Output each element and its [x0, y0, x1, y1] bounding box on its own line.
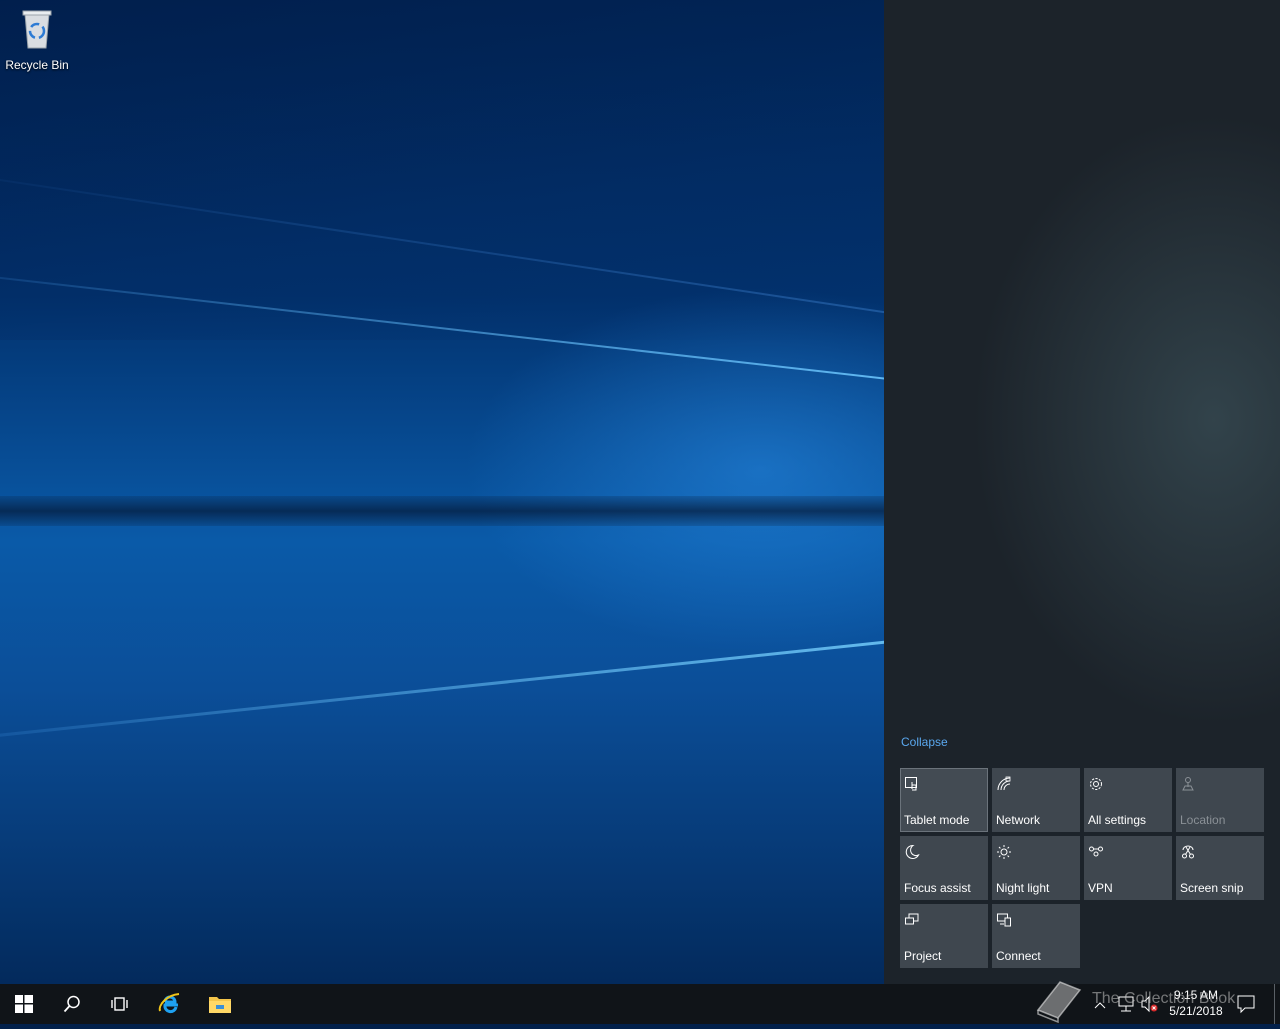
tablet-mode-icon: [905, 777, 917, 791]
wallpaper-light-beam: [0, 635, 884, 743]
quick-action-label: Screen snip: [1180, 881, 1244, 895]
file-explorer-button[interactable]: [196, 984, 244, 1024]
quick-action-label: Location: [1180, 813, 1226, 827]
vpn-icon: [1089, 846, 1103, 857]
quick-action-label: All settings: [1088, 813, 1147, 827]
quick-action-project[interactable]: Project: [900, 904, 988, 968]
quick-action-label: VPN: [1088, 881, 1113, 895]
show-desktop-button[interactable]: [1274, 984, 1280, 1024]
quick-action-label: Night light: [996, 881, 1050, 895]
watermark: The Collection Book: [1030, 976, 1260, 1024]
wallpaper-shade: [0, 0, 884, 340]
quick-action-night-light[interactable]: Night light: [992, 836, 1080, 900]
project-icon: [905, 913, 919, 925]
internet-explorer-button[interactable]: [146, 984, 194, 1024]
quick-actions-grid: Tablet mode Network All settings Locatio…: [900, 768, 1264, 968]
desktop-icon-recycle-bin[interactable]: Recycle Bin: [2, 6, 72, 72]
quick-action-label: Network: [996, 813, 1041, 827]
desktop-wallpaper: Recycle Bin: [0, 0, 884, 984]
recycle-bin-icon: [22, 10, 52, 49]
wallpaper-dark-band: [0, 496, 884, 526]
book-icon: [1036, 981, 1082, 1024]
network-icon: [997, 776, 1011, 791]
quick-action-tablet-mode[interactable]: Tablet mode: [900, 768, 988, 832]
quick-action-focus-assist[interactable]: Focus assist: [900, 836, 988, 900]
quick-action-connect[interactable]: Connect: [992, 904, 1080, 968]
search-button[interactable]: [48, 984, 96, 1024]
quick-action-screen-snip[interactable]: Screen snip: [1176, 836, 1264, 900]
start-button[interactable]: [0, 984, 48, 1024]
desktop-icon-label: Recycle Bin: [5, 58, 69, 72]
quick-action-all-settings[interactable]: All settings: [1084, 768, 1172, 832]
watermark-text: The Collection Book: [1092, 990, 1236, 1007]
quick-action-label: Connect: [996, 949, 1041, 963]
quick-action-label: Tablet mode: [904, 813, 970, 827]
search-icon: [63, 995, 80, 1013]
windows-logo-icon: [15, 995, 33, 1013]
action-center-panel: Collapse Tablet mode Network All setting…: [884, 0, 1280, 984]
task-view-icon: [111, 997, 128, 1011]
collapse-link[interactable]: Collapse: [901, 735, 948, 749]
quick-action-network[interactable]: Network: [992, 768, 1080, 832]
sun-icon: [997, 845, 1011, 859]
quick-action-vpn[interactable]: VPN: [1084, 836, 1172, 900]
screen-snip-icon: [1182, 845, 1194, 859]
connect-icon: [997, 913, 1011, 927]
task-view-button[interactable]: [96, 984, 144, 1024]
gear-icon: [1090, 778, 1102, 790]
quick-action-location[interactable]: Location: [1176, 768, 1264, 832]
location-icon: [1182, 777, 1194, 791]
quick-action-label: Focus assist: [904, 881, 971, 895]
moon-icon: [905, 844, 920, 859]
quick-action-label: Project: [904, 949, 942, 963]
file-explorer-icon: [209, 997, 231, 1013]
internet-explorer-icon: [158, 993, 180, 1014]
